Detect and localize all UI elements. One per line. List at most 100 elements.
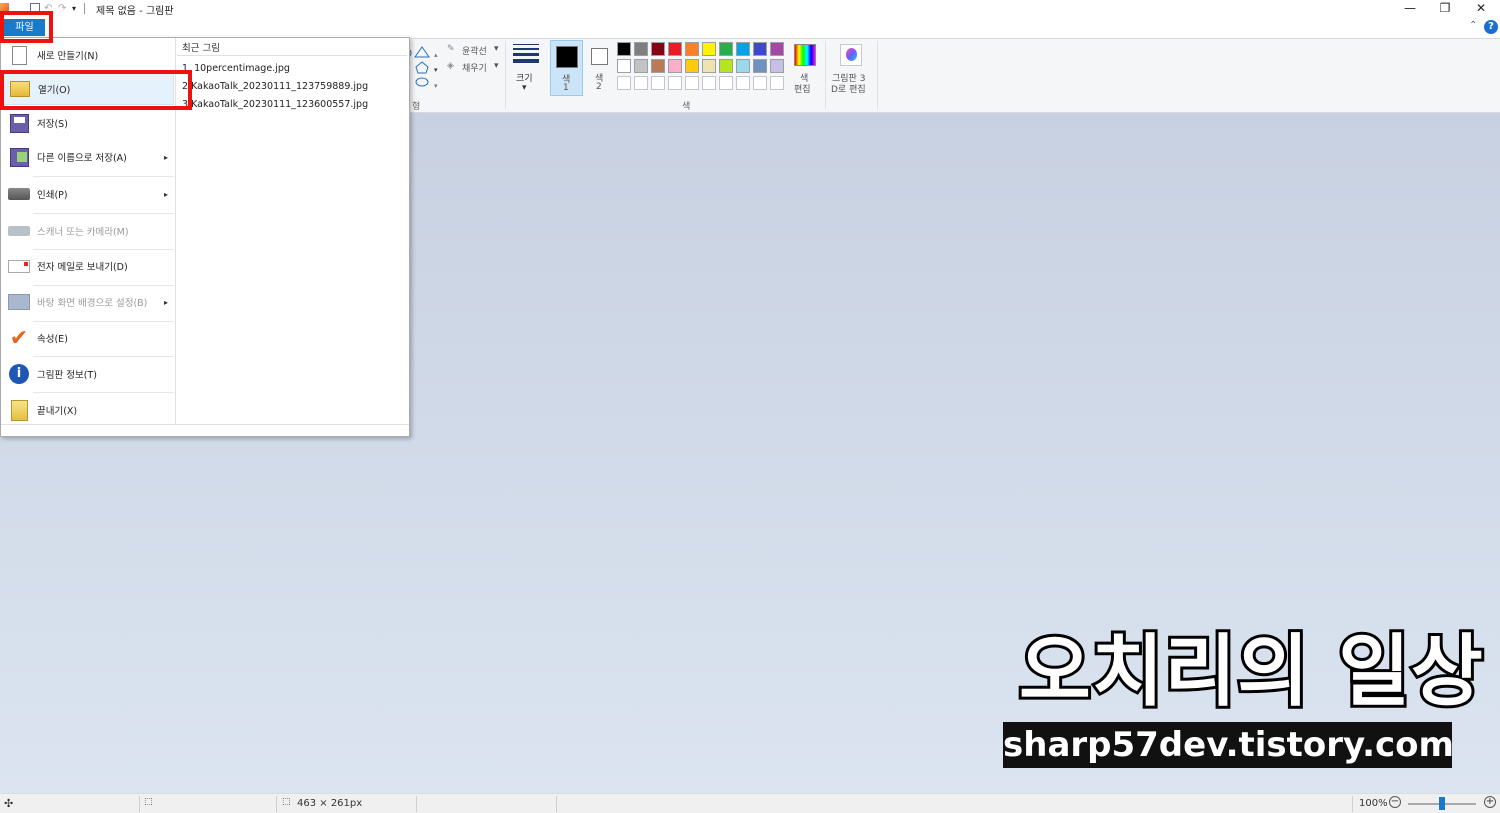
palette-color-swatch[interactable] [617,59,631,73]
menu-item-save-as[interactable]: 다른 이름으로 저장(A) ▸ [3,141,174,173]
palette-color-swatch[interactable] [770,59,784,73]
zoom-slider-thumb[interactable] [1439,797,1445,810]
menu-item-save[interactable]: 저장(S) [3,107,174,139]
recent-item-name: KakaoTalk_20230111_123759889.jpg [191,81,369,92]
palette-color-swatch[interactable] [668,59,682,73]
menu-item-label: 바탕 화면 배경으로 설정(B) [37,298,148,309]
palette-color-swatch[interactable] [685,42,699,56]
window-title: 제목 없음 - 그림판 [96,6,174,17]
color1-button[interactable]: 색 1 [550,40,583,96]
custom-color-slot[interactable] [736,76,750,90]
recent-divider [177,55,407,56]
submenu-arrow-icon: ▸ [163,297,168,307]
ribbon-tab-row: 파일 ⌃ ? [0,17,1500,38]
menu-item-print[interactable]: 인쇄(P) ▸ [3,178,174,210]
palette-color-swatch[interactable] [770,42,784,56]
status-separator [1352,796,1353,812]
outline-dropdown-icon[interactable]: ▾ [494,44,499,54]
palette-color-swatch[interactable] [736,59,750,73]
watermark-url: sharp57dev.tistory.com [1003,722,1454,768]
palette-color-swatch[interactable] [634,59,648,73]
menu-item-new[interactable]: 새로 만들기(N) [3,39,174,71]
menu-item-desktop-background: 바탕 화면 배경으로 설정(B) ▸ [3,286,174,318]
customize-qat-icon[interactable]: ▾ [72,3,80,15]
menu-separator [33,392,174,393]
status-separator [556,796,557,812]
exit-icon [7,398,31,422]
palette-color-swatch[interactable] [702,42,716,56]
recent-item[interactable]: 2 KakaoTalk_20230111_123759889.jpg [182,81,368,92]
status-separator [139,796,140,812]
menu-item-label: 새로 만들기(N) [37,51,99,62]
menu-item-label: 스캐너 또는 카메라(M) [37,227,129,238]
custom-color-slot[interactable] [668,76,682,90]
color1-swatch [556,46,578,68]
watermark: 오치리의 일상 sharp57dev.tistory.com [1003,624,1486,768]
printer-icon [7,182,31,206]
palette-color-swatch[interactable] [634,42,648,56]
recent-item[interactable]: 1 10percentimage.jpg [182,63,290,74]
palette-color-swatch[interactable] [753,59,767,73]
custom-color-slot[interactable] [702,76,716,90]
zoom-out-icon[interactable]: − [1389,796,1401,808]
size-button[interactable]: 크기 ▾ [512,43,540,95]
palette-color-swatch[interactable] [651,59,665,73]
shapes-group-label: 형 [412,102,421,112]
palette-color-swatch[interactable] [736,42,750,56]
zoom-level: 100% [1359,798,1388,809]
palette-color-swatch[interactable] [668,42,682,56]
custom-color-slot[interactable] [617,76,631,90]
outline-pen-icon[interactable]: ✎ [447,44,455,54]
restore-icon[interactable]: ❐ [1427,0,1463,17]
close-icon[interactable]: ✕ [1463,0,1499,17]
image-size-text: 463 × 261px [297,798,363,809]
outline-label[interactable]: 윤곽선 [462,44,487,57]
menu-item-label: 끝내기(X) [37,406,78,417]
edit-colors-button[interactable]: 색 편집 [791,43,819,97]
custom-color-slot[interactable] [719,76,733,90]
recent-pictures-panel: 최근 그림 1 10percentimage.jpg 2 KakaoTalk_2… [177,38,409,424]
palette-color-swatch[interactable] [651,42,665,56]
color2-button[interactable]: 색 2 [586,40,614,96]
recent-item[interactable]: 3 KakaoTalk_20230111_123600557.jpg [182,99,368,110]
edit-with-paint3d-button[interactable]: 그림판 3 D로 편집 [829,43,873,97]
menu-item-about[interactable]: i 그림판 정보(T) [3,358,174,390]
ribbon-divider [825,41,826,109]
scanner-icon [7,219,31,243]
help-icon[interactable]: ? [1484,20,1498,34]
palette-color-swatch[interactable] [617,42,631,56]
fill-bucket-icon[interactable]: ◈ [447,61,454,71]
redo-icon[interactable]: ↷ [58,3,68,15]
recent-pictures-title: 최근 그림 [182,43,220,54]
save-as-icon [7,145,31,169]
menu-item-properties[interactable]: ✔ 속성(E) [3,322,174,354]
color-spectrum-icon [794,44,816,66]
custom-color-slot[interactable] [770,76,784,90]
fill-label[interactable]: 채우기 [462,61,487,74]
chevron-up-icon[interactable]: ⌃ [1469,20,1477,31]
menu-item-email[interactable]: 전자 메일로 보내기(D) [3,250,174,282]
qat-separator [84,3,85,14]
palette-color-swatch[interactable] [719,42,733,56]
paint3d-label-bottom: D로 편집 [831,85,866,95]
minimize-icon[interactable]: — [1392,0,1428,17]
zoom-in-icon[interactable]: + [1484,796,1496,808]
palette-color-swatch[interactable] [685,59,699,73]
palette-color-swatch[interactable] [753,42,767,56]
menu-item-label: 다른 이름으로 저장(A) [37,153,127,164]
menu-item-label: 그림판 정보(T) [37,370,97,381]
line-width-icon [513,44,539,63]
palette-color-swatch[interactable] [702,59,716,73]
highlight-box-file-tab [0,11,53,43]
watermark-title: 오치리의 일상 [1016,624,1486,720]
menu-item-exit[interactable]: 끝내기(X) [3,394,174,426]
custom-color-slot[interactable] [634,76,648,90]
custom-color-slot[interactable] [753,76,767,90]
save-disk-icon [7,111,31,135]
desktop-background-icon [7,290,31,314]
palette-color-swatch[interactable] [719,59,733,73]
fill-dropdown-icon[interactable]: ▾ [494,61,499,71]
custom-color-slot[interactable] [685,76,699,90]
custom-color-slot[interactable] [651,76,665,90]
shapes-gallery-icon[interactable]: ▴ ▾ ▾ [410,45,442,89]
